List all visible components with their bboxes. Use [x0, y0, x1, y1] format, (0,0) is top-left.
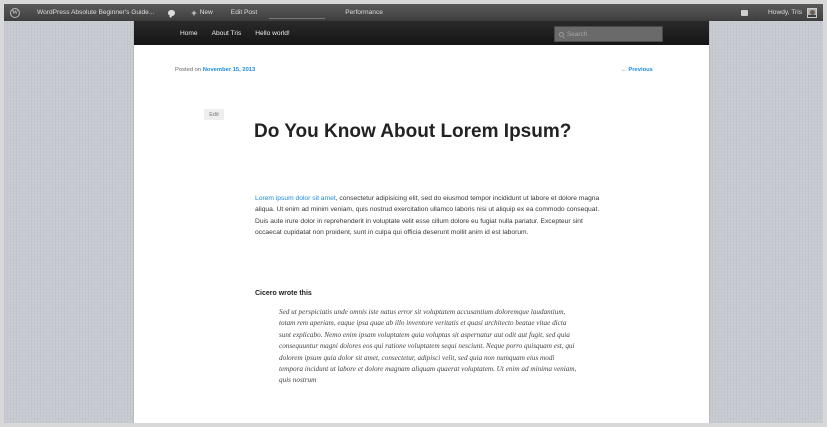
site-page: Home About Tris Hello world! Posted on N… [134, 21, 709, 427]
admin-bar-site-name[interactable]: WordPress Absolute Beginner's Guide... [24, 4, 160, 21]
blockquote: Sed ut perspiciatis unde omnis iste natu… [279, 308, 577, 385]
post-meta-prefix: Posted on [175, 67, 202, 73]
admin-bar-edit-post[interactable]: Edit Post [219, 4, 263, 21]
admin-bar-howdy[interactable]: Howdy, Tris [762, 4, 804, 21]
admin-bar-performance[interactable]: Performance [331, 4, 389, 21]
admin-bar: W WordPress Absolute Beginner's Guide...… [4, 4, 823, 21]
admin-bar-new-label: New [199, 9, 213, 16]
post-subheading: Cicero wrote this [255, 290, 312, 297]
nav-item-hello-world[interactable]: Hello world! [248, 30, 296, 37]
comment-icon[interactable] [168, 9, 176, 18]
lorem-ipsum-link[interactable]: Lorem ipsum dolor sit amet [255, 195, 336, 202]
post-body-paragraph: Lorem ipsum dolor sit amet, consectetur … [255, 193, 610, 239]
post-title: Do You Know About Lorem Ipsum? [254, 121, 572, 142]
plus-icon: + [191, 7, 197, 18]
wordpress-logo-icon[interactable]: W [6, 4, 24, 21]
screen-options-icon[interactable] [741, 9, 749, 16]
nav-item-home[interactable]: Home [134, 30, 205, 37]
admin-bar-divider [269, 18, 326, 19]
post-date-link[interactable]: November 15, 2013 [203, 67, 256, 73]
previous-post-link[interactable]: ← Previous [621, 67, 653, 73]
admin-bar-new[interactable]: + New [185, 4, 218, 21]
theme-navigation: Home About Tris Hello world! [134, 21, 709, 45]
post-meta: Posted on November 15, 2013 [175, 67, 255, 73]
search-box [554, 26, 663, 42]
edit-button[interactable]: Edit [204, 109, 224, 120]
nav-item-about[interactable]: About Tris [205, 30, 249, 37]
search-input[interactable] [567, 30, 657, 38]
avatar[interactable] [807, 7, 817, 18]
search-icon [559, 31, 564, 37]
